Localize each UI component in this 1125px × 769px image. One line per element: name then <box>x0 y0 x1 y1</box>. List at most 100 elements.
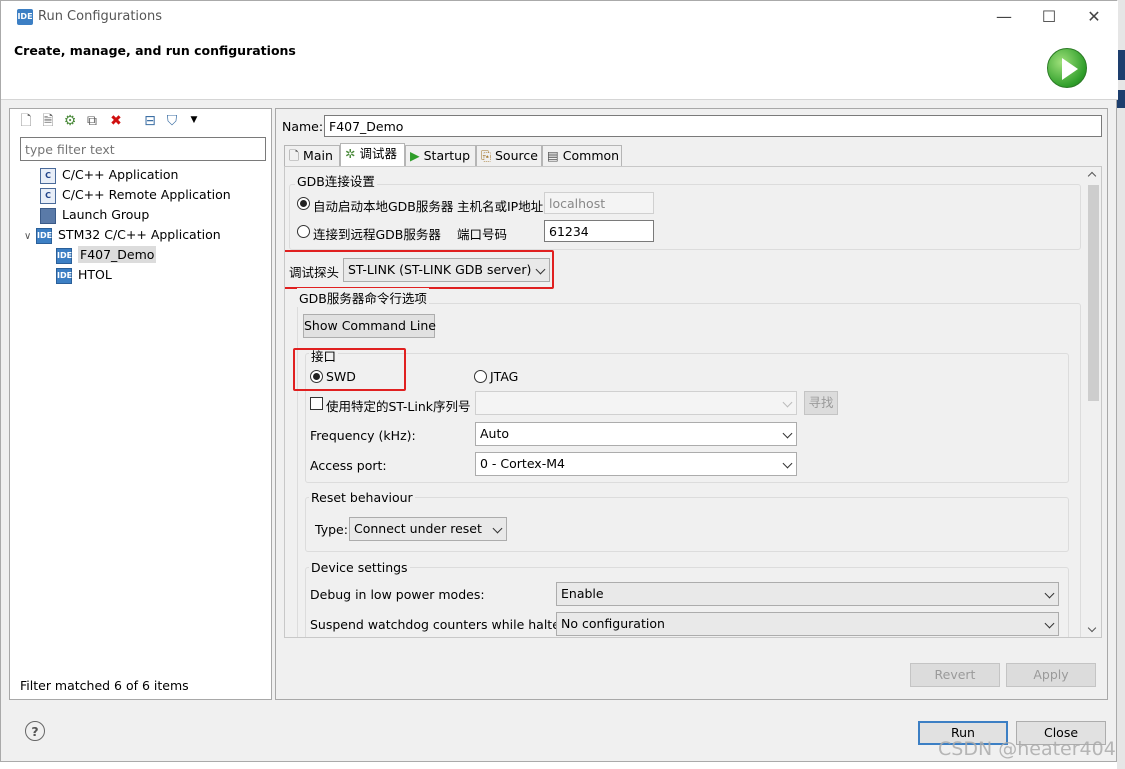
device-settings-title: Device settings <box>309 560 410 575</box>
low-power-select[interactable]: Enable <box>556 582 1059 606</box>
startup-play-icon: ▶ <box>410 148 420 163</box>
chevron-down-icon <box>1044 588 1055 599</box>
config-tree: C C/C++ Application C C/C++ Remote Applica… <box>20 165 266 345</box>
delete-icon[interactable]: ✖ <box>108 113 124 129</box>
watchdog-select[interactable]: No configuration <box>556 612 1059 636</box>
duplicate-icon[interactable]: ⧉ <box>84 113 100 129</box>
scroll-down-icon[interactable] <box>1087 623 1097 633</box>
view-menu-chevron-icon[interactable]: ▼ <box>186 112 202 128</box>
tree-item-cpp-application[interactable]: C C/C++ Application <box>40 165 178 185</box>
tab-label: Main <box>303 148 333 163</box>
run-configurations-dialog: IDE Run Configurations — ☐ ✕ Create, man… <box>0 0 1118 762</box>
ide-config-icon: IDE <box>56 247 72 264</box>
tree-item-stm32-application[interactable]: ∨ IDE STM32 C/C++ Application <box>24 225 221 245</box>
window-title: Run Configurations <box>38 9 162 24</box>
chevron-down-icon <box>782 458 793 469</box>
tab-source[interactable]: ⎘ Source <box>476 145 542 166</box>
remote-gdb-radio[interactable] <box>297 225 310 238</box>
reset-type-select[interactable]: Connect under reset <box>349 517 507 541</box>
maximize-icon[interactable]: ☐ <box>1026 1 1072 32</box>
launch-group-icon <box>40 207 56 224</box>
chevron-down-icon <box>782 428 793 439</box>
scroll-up-icon[interactable] <box>1087 171 1097 181</box>
reset-type-label: Type: <box>315 522 348 537</box>
help-icon[interactable]: ? <box>25 721 45 741</box>
serial-label: 使用特定的ST-Link序列号 <box>326 399 471 414</box>
watchdog-label: Suspend watchdog counters while halted: <box>310 617 573 632</box>
access-port-value: 0 - Cortex-M4 <box>480 456 565 471</box>
tab-bar: 🗋 Main ✲ 调试器 ▶ Startup ⎘ Source ▤ Common <box>284 143 1102 166</box>
tab-main[interactable]: 🗋 Main <box>284 145 340 166</box>
probe-highlight-box <box>285 250 554 289</box>
close-icon[interactable]: ✕ <box>1071 1 1117 32</box>
low-power-value: Enable <box>561 586 604 601</box>
tree-item-launch-group[interactable]: Launch Group <box>40 205 149 225</box>
common-icon: ▤ <box>547 148 559 163</box>
header-title: Create, manage, and run configurations <box>14 43 296 58</box>
expand-chevron-icon[interactable]: ∨ <box>24 227 36 247</box>
watermark: CSDN @heater404 <box>938 738 1116 760</box>
minimize-icon[interactable]: — <box>981 1 1027 32</box>
tree-item-label: HTOL <box>78 267 112 282</box>
apply-button: Apply <box>1006 663 1096 687</box>
stm32-ide-icon: IDE <box>36 227 52 244</box>
local-gdb-label: 自动启动本地GDB服务器 <box>313 199 454 214</box>
run-play-icon <box>1047 48 1087 88</box>
revert-button: Revert <box>910 663 1000 687</box>
vertical-scrollbar[interactable] <box>1085 167 1101 637</box>
show-command-line-button[interactable]: Show Command Line <box>303 314 436 338</box>
jtag-label: JTAG <box>490 369 519 384</box>
tree-item-htol[interactable]: IDE HTOL <box>56 265 112 285</box>
tree-item-f407-demo[interactable]: IDE F407_Demo <box>56 245 157 265</box>
debugger-bug-icon: ✲ <box>345 146 356 161</box>
app-icon: IDE <box>17 9 33 25</box>
tree-item-label: Launch Group <box>62 207 150 222</box>
tab-label: Source <box>495 148 538 163</box>
interface-highlight-box <box>293 348 406 391</box>
tab-debugger[interactable]: ✲ 调试器 <box>340 143 405 166</box>
filter-status: Filter matched 6 of 6 items <box>20 678 189 693</box>
config-editor-panel: Name: 🗋 Main ✲ 调试器 ▶ Startup ⎘ Source ▤ … <box>275 108 1108 700</box>
tab-label: Common <box>562 148 620 163</box>
port-input[interactable] <box>544 220 654 242</box>
c-remote-app-icon: C <box>40 187 56 204</box>
c-app-icon: C <box>40 167 56 184</box>
collapse-all-icon[interactable]: ⊟ <box>142 113 158 129</box>
jtag-radio[interactable] <box>474 370 487 383</box>
frequency-select[interactable]: Auto <box>475 422 797 446</box>
watchdog-value: No configuration <box>561 616 665 631</box>
frequency-label: Frequency (kHz): <box>310 428 416 443</box>
gdb-server-options-title: GDB服务器命令行选项 <box>297 288 429 307</box>
reset-behaviour-title: Reset behaviour <box>309 490 415 505</box>
left-toolbar: 🗋 🗎 ⚙ ⧉ ✖ ⊟ ⛉ ▼ <box>18 112 258 132</box>
access-port-label: Access port: <box>310 458 387 473</box>
remote-gdb-label: 连接到远程GDB服务器 <box>313 227 441 242</box>
export-icon[interactable]: ⚙ <box>62 113 78 129</box>
dialog-header: Create, manage, and run configurations <box>1 32 1118 100</box>
filter-input[interactable] <box>20 137 266 161</box>
access-port-select[interactable]: 0 - Cortex-M4 <box>475 452 797 476</box>
tab-label: 调试器 <box>359 146 397 161</box>
local-gdb-radio[interactable] <box>297 197 310 210</box>
source-icon: ⎘ <box>481 148 492 163</box>
new-prototype-icon[interactable]: 🗎 <box>40 113 56 129</box>
host-input <box>544 192 654 214</box>
host-label: 主机名或IP地址 <box>457 199 544 214</box>
tree-item-cpp-remote-application[interactable]: C C/C++ Remote Application <box>40 185 231 205</box>
gdb-connection-title: GDB连接设置 <box>295 171 377 190</box>
filter-icon[interactable]: ⛉ <box>164 113 180 129</box>
tree-item-label: C/C++ Remote Application <box>62 187 231 202</box>
tab-startup[interactable]: ▶ Startup <box>405 145 476 166</box>
tab-label: Startup <box>423 148 471 163</box>
serial-checkbox[interactable] <box>310 397 323 410</box>
tab-common[interactable]: ▤ Common <box>542 145 622 166</box>
debugger-tab-content: GDB连接设置 自动启动本地GDB服务器 主机名或IP地址 连接到远程GDB服务… <box>284 166 1102 638</box>
ide-config-icon: IDE <box>56 267 72 284</box>
scrollbar-thumb[interactable] <box>1088 185 1099 401</box>
new-config-icon[interactable]: 🗋 <box>18 113 34 129</box>
name-input[interactable] <box>324 115 1102 137</box>
serial-select <box>475 391 797 415</box>
background-app <box>1117 0 1125 769</box>
config-tree-panel: 🗋 🗎 ⚙ ⧉ ✖ ⊟ ⛉ ▼ C C/C++ Application C C/C+… <box>9 108 272 700</box>
find-button: 寻找 <box>804 391 838 415</box>
